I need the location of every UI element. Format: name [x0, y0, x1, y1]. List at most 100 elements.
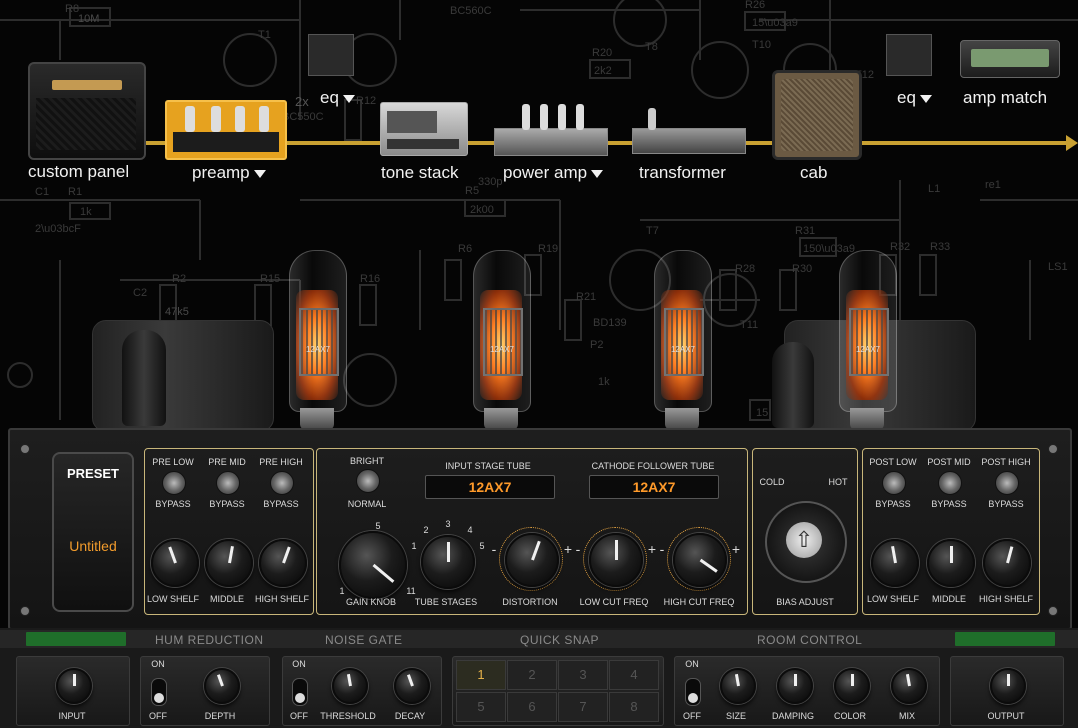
- cab-module[interactable]: [772, 70, 862, 160]
- quick-snap-1[interactable]: 1: [456, 660, 506, 690]
- eq2-dropdown[interactable]: eq: [897, 88, 932, 108]
- distortion-plus: +: [563, 541, 573, 557]
- transformer-module[interactable]: [632, 108, 746, 154]
- quick-snap-4[interactable]: 4: [609, 660, 659, 690]
- svg-text:T10: T10: [752, 39, 771, 51]
- output-knob[interactable]: [990, 668, 1026, 704]
- pre-mid-bypass-toggle[interactable]: [216, 471, 240, 495]
- svg-text:R31: R31: [795, 225, 815, 237]
- custom-panel-module[interactable]: [28, 62, 146, 160]
- svg-text:BD139: BD139: [593, 317, 627, 329]
- post-high-shelf-knob[interactable]: [983, 539, 1031, 587]
- output-label: OUTPUT: [987, 711, 1025, 721]
- tone-stack-module[interactable]: [380, 102, 468, 156]
- output-led: [955, 632, 1055, 646]
- chevron-down-icon: [342, 94, 355, 103]
- post-high-label: POST HIGH: [981, 457, 1031, 467]
- eq1-module[interactable]: [308, 34, 354, 76]
- decay-knob[interactable]: [394, 668, 430, 704]
- svg-text:47k5: 47k5: [165, 306, 189, 318]
- transformer-label[interactable]: transformer: [639, 163, 726, 183]
- preset-title: PRESET: [66, 466, 119, 481]
- power-amp-module[interactable]: [494, 104, 608, 156]
- noise-gate-switch[interactable]: [292, 678, 308, 706]
- svg-text:1k: 1k: [598, 376, 610, 388]
- tube-stages-knob[interactable]: [421, 535, 475, 589]
- cab-label[interactable]: cab: [800, 163, 827, 183]
- svg-text:330p: 330p: [478, 176, 502, 188]
- quick-snap-7[interactable]: 7: [558, 692, 608, 722]
- power-amp-dropdown[interactable]: power amp: [503, 163, 604, 183]
- input-knob[interactable]: [56, 668, 92, 704]
- tube-1: 12AX7: [280, 250, 354, 430]
- post-middle-label: MIDDLE: [931, 594, 966, 604]
- post-mid-bypass-toggle[interactable]: [938, 471, 962, 495]
- cathode-follower-tube-display[interactable]: 12AX7: [589, 475, 719, 499]
- post-low-bypass-toggle[interactable]: [882, 471, 906, 495]
- distortion-knob[interactable]: [505, 533, 559, 587]
- pre-high-bypass-toggle[interactable]: [270, 471, 294, 495]
- pre-low-shelf-knob[interactable]: [151, 539, 199, 587]
- low-cut-minus: -: [575, 541, 581, 557]
- tube-stages-mark-2: 2: [423, 525, 429, 535]
- room-control-switch[interactable]: [685, 678, 701, 706]
- pre-middle-knob[interactable]: [205, 539, 253, 587]
- input-stage-tube-label: INPUT STAGE TUBE: [445, 461, 531, 471]
- tube-stages-mark-4: 4: [467, 525, 473, 535]
- damping-knob[interactable]: [777, 668, 813, 704]
- post-low-shelf-knob[interactable]: [871, 539, 919, 587]
- size-knob[interactable]: [720, 668, 756, 704]
- custom-panel-thumbnail: [28, 62, 146, 160]
- quick-snap-5[interactable]: 5: [456, 692, 506, 722]
- quick-snap-6[interactable]: 6: [507, 692, 557, 722]
- color-knob[interactable]: [834, 668, 870, 704]
- pre-eq-section: PRE LOW PRE MID PRE HIGH BYPASS BYPASS B…: [144, 448, 314, 615]
- high-cut-minus: -: [659, 541, 665, 557]
- bias-adjust-knob[interactable]: ⇧: [765, 501, 847, 583]
- quick-snap-2[interactable]: 2: [507, 660, 557, 690]
- svg-text:2k2: 2k2: [594, 65, 612, 77]
- preamp-module[interactable]: [165, 100, 287, 160]
- bias-cold-label: COLD: [759, 477, 785, 487]
- low-cut-freq-knob[interactable]: [589, 533, 643, 587]
- mix-knob[interactable]: [891, 668, 927, 704]
- high-cut-plus: +: [731, 541, 741, 557]
- post-low-shelf-label: LOW SHELF: [866, 594, 919, 604]
- eq1-dropdown[interactable]: eq: [320, 88, 355, 108]
- preamp-dropdown[interactable]: preamp: [192, 163, 266, 183]
- input-stage-tube-display[interactable]: 12AX7: [425, 475, 555, 499]
- color-label: COLOR: [833, 711, 866, 721]
- threshold-knob[interactable]: [332, 668, 368, 704]
- size-label: SIZE: [725, 711, 746, 721]
- tone-stack-label[interactable]: tone stack: [381, 163, 459, 183]
- threshold-label: THRESHOLD: [320, 711, 376, 721]
- pre-mid-bypass-label: BYPASS: [209, 499, 245, 509]
- svg-text:2k00: 2k00: [470, 204, 494, 216]
- quick-snap-8[interactable]: 8: [609, 692, 659, 722]
- pre-high-shelf-knob[interactable]: [259, 539, 307, 587]
- preset-name[interactable]: Untitled: [54, 538, 132, 554]
- bias-adjust-label: BIAS ADJUST: [776, 597, 834, 607]
- svg-text:R33: R33: [930, 241, 950, 253]
- gain-knob[interactable]: [339, 531, 407, 599]
- post-middle-knob[interactable]: [927, 539, 975, 587]
- svg-text:T7: T7: [646, 225, 659, 237]
- eq2-module[interactable]: [886, 34, 932, 76]
- bright-normal-toggle[interactable]: [356, 469, 380, 493]
- amp-match-module[interactable]: [960, 40, 1060, 78]
- preset-panel[interactable]: PRESET Untitled: [52, 452, 134, 612]
- quick-snap-3[interactable]: 3: [558, 660, 608, 690]
- svg-text:R28: R28: [735, 263, 755, 275]
- high-cut-freq-knob[interactable]: [673, 533, 727, 587]
- svg-text:2x: 2x: [295, 94, 309, 109]
- amp-match-label[interactable]: amp match: [963, 88, 1047, 108]
- pre-mid-label: PRE MID: [208, 457, 246, 467]
- depth-knob[interactable]: [204, 668, 240, 704]
- screw: [1048, 606, 1058, 616]
- pre-low-bypass-toggle[interactable]: [162, 471, 186, 495]
- pre-high-shelf-label: HIGH SHELF: [254, 594, 309, 604]
- hum-reduction-switch[interactable]: [151, 678, 167, 706]
- post-high-bypass-toggle[interactable]: [995, 471, 1019, 495]
- normal-label: NORMAL: [347, 499, 387, 509]
- custom-panel-label[interactable]: custom panel: [28, 162, 129, 182]
